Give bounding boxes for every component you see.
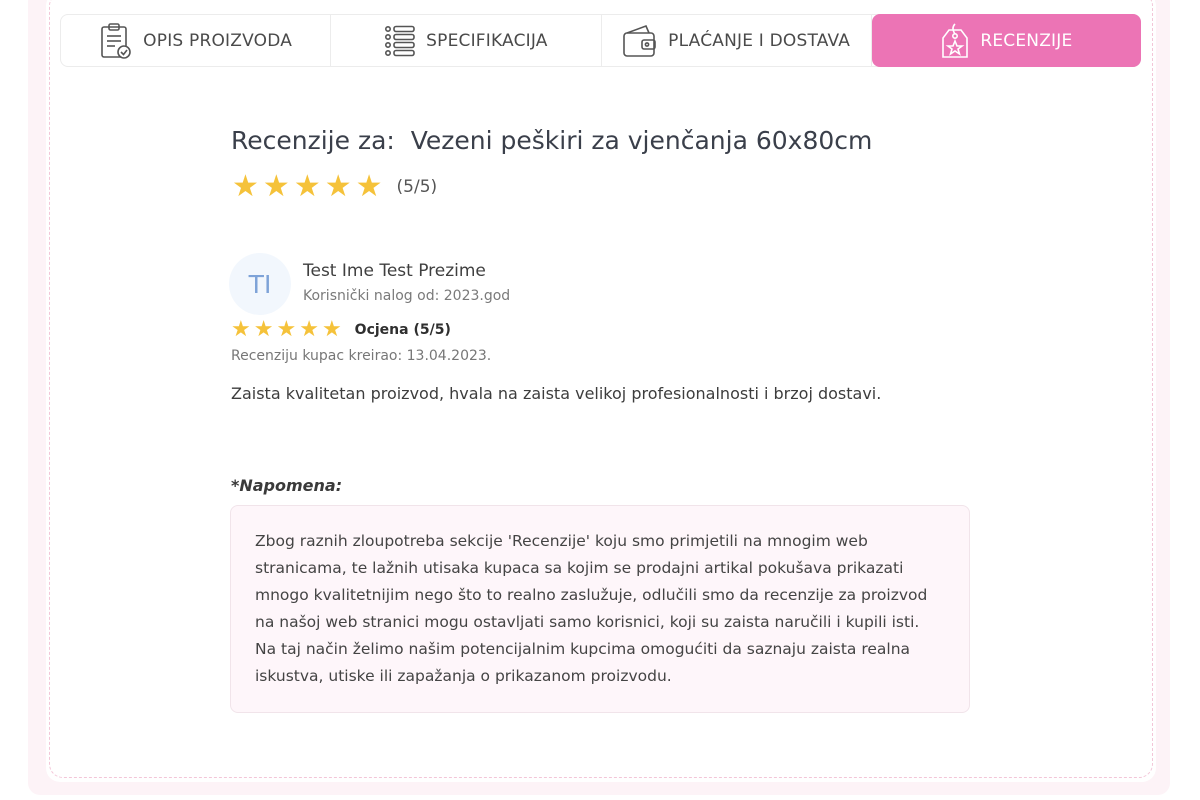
star-icon: ★	[276, 317, 297, 342]
tab-label: RECENZIJE	[980, 30, 1073, 51]
note-line: stranicama, te lažnih utisaka kupaca sa …	[255, 559, 904, 577]
product-name: Vezeni peškiri za vjenčanja 60x80cm	[410, 126, 873, 155]
star-icon: ★	[253, 317, 274, 342]
star-icon: ★	[324, 169, 352, 204]
note-line: iskustva, utiske ili zapažanja o prikaza…	[255, 667, 672, 685]
tab-label: OPIS PROIZVODA	[143, 30, 293, 51]
review-grade: Ocjena (5/5)	[354, 322, 451, 338]
star-icon: ★	[293, 169, 321, 204]
wallet-icon	[622, 23, 658, 59]
overall-rating: ★ ★ ★ ★ ★ (5/5)	[232, 172, 437, 202]
star-icon: ★	[232, 169, 259, 204]
note-box: Zbog raznih zloupotreba sekcije 'Recenzi…	[230, 505, 970, 713]
star-icon: ★	[355, 169, 383, 204]
tab-recenzije[interactable]: RECENZIJE	[871, 14, 1141, 67]
tab-label: PLAĆANJE I DOSTAVA	[668, 30, 851, 51]
star-icon: ★	[321, 317, 342, 342]
tag-star-icon	[940, 22, 970, 60]
reviews-title-prefix: Recenzije za:	[231, 126, 395, 155]
review-rating: ★ ★ ★ ★ ★ Ocjena (5/5)	[231, 319, 451, 341]
star-icon: ★	[299, 317, 319, 342]
tab-specifikacija[interactable]: SPECIFIKACIJA	[331, 15, 602, 66]
avatar: TI	[229, 253, 291, 315]
note-line: Na taj način želimo našim potencijalnim …	[255, 640, 911, 658]
review-text: Zaista kvalitetan proizvod, hvala na zai…	[231, 384, 882, 403]
list-icon	[384, 24, 416, 58]
product-tabs: OPIS PROIZVODA SPECIFIKACIJA PLAĆANJE I …	[60, 14, 1141, 67]
reviewer-member-since: Korisnički nalog od: 2023.god	[303, 288, 511, 304]
star-icon: ★	[262, 169, 290, 204]
note-line: na našoj web stranici mogu ostavljati sa…	[255, 613, 920, 631]
overall-rating-text: (5/5)	[396, 177, 438, 197]
tab-placanje-i-dostava[interactable]: PLAĆANJE I DOSTAVA	[602, 15, 872, 66]
note-line: Zbog raznih zloupotreba sekcije 'Recenzi…	[255, 532, 868, 550]
clipboard-check-icon	[99, 22, 133, 60]
reviews-title: Recenzije za: Vezeni peškiri za vjenčanj…	[231, 126, 872, 155]
note-line: mnogo kvalitetnijim nego što to realno z…	[255, 586, 928, 604]
reviewer-name: Test Ime Test Prezime	[303, 261, 486, 281]
tab-opis-proizvoda[interactable]: OPIS PROIZVODA	[61, 15, 332, 66]
note-label: *Napomena:	[231, 476, 343, 495]
review-date: Recenziju kupac kreirao: 13.04.2023.	[231, 348, 492, 364]
note-text: Zbog raznih zloupotreba sekcije 'Recenzi…	[255, 528, 945, 690]
star-icon: ★	[231, 317, 251, 342]
tab-label: SPECIFIKACIJA	[426, 30, 548, 51]
